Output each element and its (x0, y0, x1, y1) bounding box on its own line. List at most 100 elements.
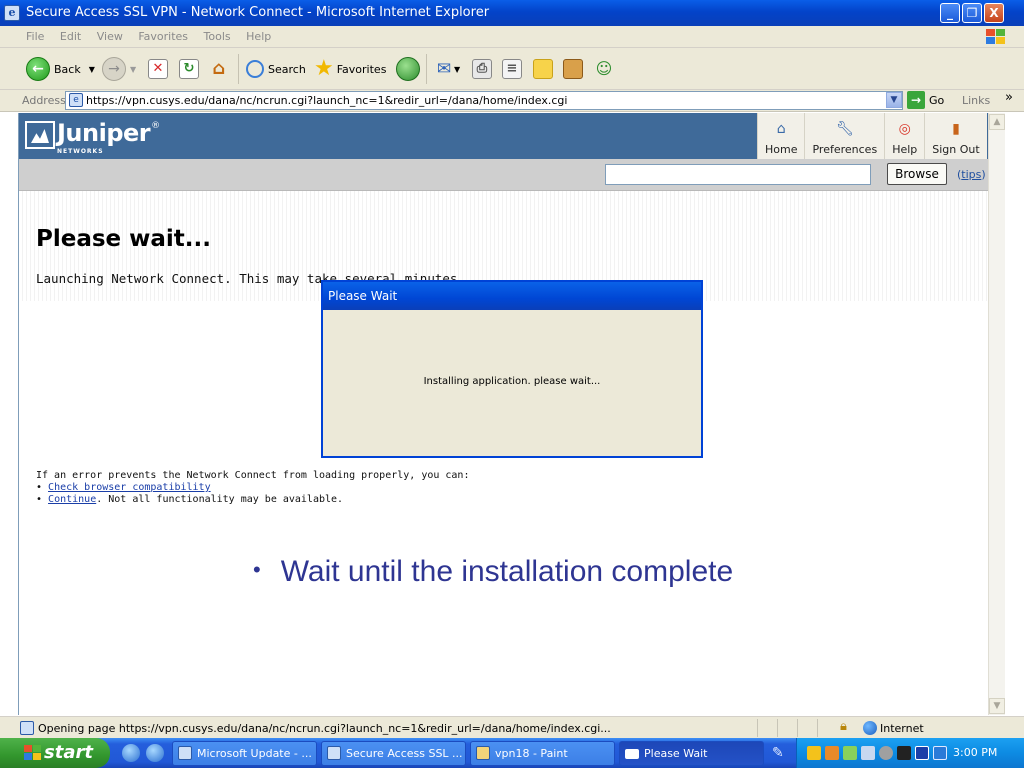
tray-app-icon[interactable] (933, 746, 947, 760)
security-shield-icon[interactable] (807, 746, 821, 760)
messenger-button[interactable]: ☺ (594, 56, 614, 82)
menu-view[interactable]: View (91, 26, 129, 43)
home-icon: ⌂ (212, 58, 226, 79)
dialog-title[interactable]: Please Wait (323, 282, 701, 310)
printer-icon: ⎙ (472, 59, 492, 79)
go-button[interactable]: → Go (907, 91, 944, 109)
address-input[interactable]: e https://vpn.cusys.edu/dana/nc/ncrun.cg… (65, 91, 903, 110)
mail-button[interactable]: ✉ ▼ (434, 56, 460, 82)
juniper-logo: Juniper ® NETWORKS (25, 119, 161, 155)
tray-app-icon[interactable] (825, 746, 839, 760)
menu-edit[interactable]: Edit (54, 26, 87, 43)
status-cells (757, 719, 837, 737)
please-wait-dialog[interactable]: Please Wait Installing application. plea… (321, 280, 703, 458)
task-please-wait[interactable]: Please Wait (619, 741, 764, 766)
paint-icon (476, 746, 490, 760)
menu-favorites[interactable]: Favorites (132, 26, 194, 43)
door-icon: ▮ (952, 121, 960, 137)
back-arrow-icon: ← (26, 57, 50, 81)
bullet-dot: • (253, 557, 261, 582)
stop-button[interactable]: ✕ (148, 56, 168, 82)
menu-tools[interactable]: Tools (198, 26, 237, 43)
address-dropdown-icon[interactable]: ▼ (886, 92, 902, 108)
nav-home-label: Home (765, 143, 798, 156)
tray-app-icon[interactable] (879, 746, 893, 760)
quicklaunch-browser-icon[interactable] (146, 744, 164, 762)
window-titlebar[interactable]: e Secure Access SSL VPN - Network Connec… (0, 0, 1024, 26)
network-icon[interactable] (843, 746, 857, 760)
annotation-bullet: • Wait until the installation complete (253, 555, 733, 589)
favorites-button[interactable]: ★ Favorites (314, 56, 386, 82)
tips-link[interactable]: (tips) (957, 168, 986, 181)
browse-url-input[interactable] (605, 164, 871, 185)
research-button[interactable] (563, 56, 583, 82)
discuss-button[interactable] (533, 56, 553, 82)
tray-app-icon[interactable] (915, 746, 929, 760)
nav-preferences[interactable]: 🔧︎ Preferences (804, 113, 884, 159)
portal-nav: ⌂ Home 🔧︎ Preferences ◎ Help ▮ Sign Out (757, 113, 987, 159)
task-label: vpn18 - Paint (495, 747, 568, 760)
links-label[interactable]: Links (962, 94, 990, 107)
restore-button[interactable]: ❐ (962, 3, 982, 23)
browse-bar: Browse (tips) (19, 159, 988, 191)
menu-file[interactable]: File (20, 26, 50, 43)
links-chevron-icon[interactable]: » (1005, 90, 1013, 105)
continue-suffix: . Not all functionality may be available… (96, 494, 344, 505)
loading-page-icon (20, 721, 34, 735)
nav-home[interactable]: ⌂ Home (757, 113, 804, 159)
close-button[interactable]: X (984, 3, 1004, 23)
nav-sign-out[interactable]: ▮ Sign Out (924, 113, 986, 159)
go-label: Go (929, 93, 945, 107)
menu-bar: File Edit View Favorites Tools Help (0, 26, 1024, 48)
scroll-up-icon[interactable]: ▲ (989, 114, 1005, 130)
tray-app-icon[interactable] (861, 746, 875, 760)
address-bar: Address e https://vpn.cusys.edu/dana/nc/… (0, 90, 1024, 112)
registered-mark: ® (151, 121, 161, 131)
history-icon (396, 57, 420, 81)
nav-help[interactable]: ◎ Help (884, 113, 924, 159)
task-label: Please Wait (644, 747, 708, 760)
search-icon (246, 60, 264, 78)
pen-tool-icon[interactable]: ✎ (772, 745, 784, 761)
vertical-scrollbar[interactable]: ▲ ▼ (988, 113, 1005, 715)
quicklaunch-ie-icon[interactable] (122, 744, 140, 762)
brand-name: Juniper (57, 119, 151, 147)
browse-button[interactable]: Browse (887, 163, 947, 185)
task-label: Secure Access SSL ... (346, 747, 463, 760)
windows-logo-icon (984, 28, 1006, 46)
back-button[interactable]: ← Back ▼ (26, 56, 95, 82)
window-title: Secure Access SSL VPN - Network Connect … (26, 5, 490, 20)
task-secure-access[interactable]: Secure Access SSL ... (321, 741, 466, 766)
print-button[interactable]: ⎙ (472, 56, 492, 82)
search-label: Search (268, 62, 306, 76)
star-icon: ★ (314, 56, 334, 81)
edit-button[interactable]: ≡ (502, 56, 522, 82)
toolbar-separator (238, 54, 239, 84)
minimize-button[interactable]: _ (940, 3, 960, 23)
continue-link[interactable]: Continue (48, 494, 96, 505)
task-label: Microsoft Update - ... (197, 747, 312, 760)
menu-help[interactable]: Help (240, 26, 277, 43)
dialog-message: Installing application. please wait... (423, 376, 601, 387)
history-button[interactable] (396, 56, 424, 82)
internet-globe-icon (863, 721, 877, 735)
status-bar: Opening page https://vpn.cusys.edu/dana/… (0, 716, 1024, 738)
address-url: https://vpn.cusys.edu/dana/nc/ncrun.cgi?… (86, 94, 568, 107)
task-microsoft-update[interactable]: Microsoft Update - ... (172, 741, 317, 766)
error-intro: If an error prevents the Network Connect… (36, 470, 470, 481)
status-text: Opening page https://vpn.cusys.edu/dana/… (38, 722, 611, 735)
messenger-icon: ☺ (595, 59, 613, 78)
forward-button[interactable]: → ▼ (102, 56, 136, 82)
nav-help-label: Help (892, 143, 918, 156)
task-paint[interactable]: vpn18 - Paint (470, 741, 615, 766)
home-button[interactable]: ⌂ (209, 56, 229, 82)
refresh-icon: ↻ (179, 59, 199, 79)
toolbar-separator (426, 54, 427, 84)
tray-app-icon[interactable] (897, 746, 911, 760)
scroll-down-icon[interactable]: ▼ (989, 698, 1005, 714)
check-compatibility-link[interactable]: Check browser compatibility (48, 482, 211, 493)
search-button[interactable]: Search (246, 56, 306, 82)
start-button[interactable]: start (0, 738, 110, 768)
juniper-mark-icon (25, 121, 55, 149)
refresh-button[interactable]: ↻ (179, 56, 199, 82)
